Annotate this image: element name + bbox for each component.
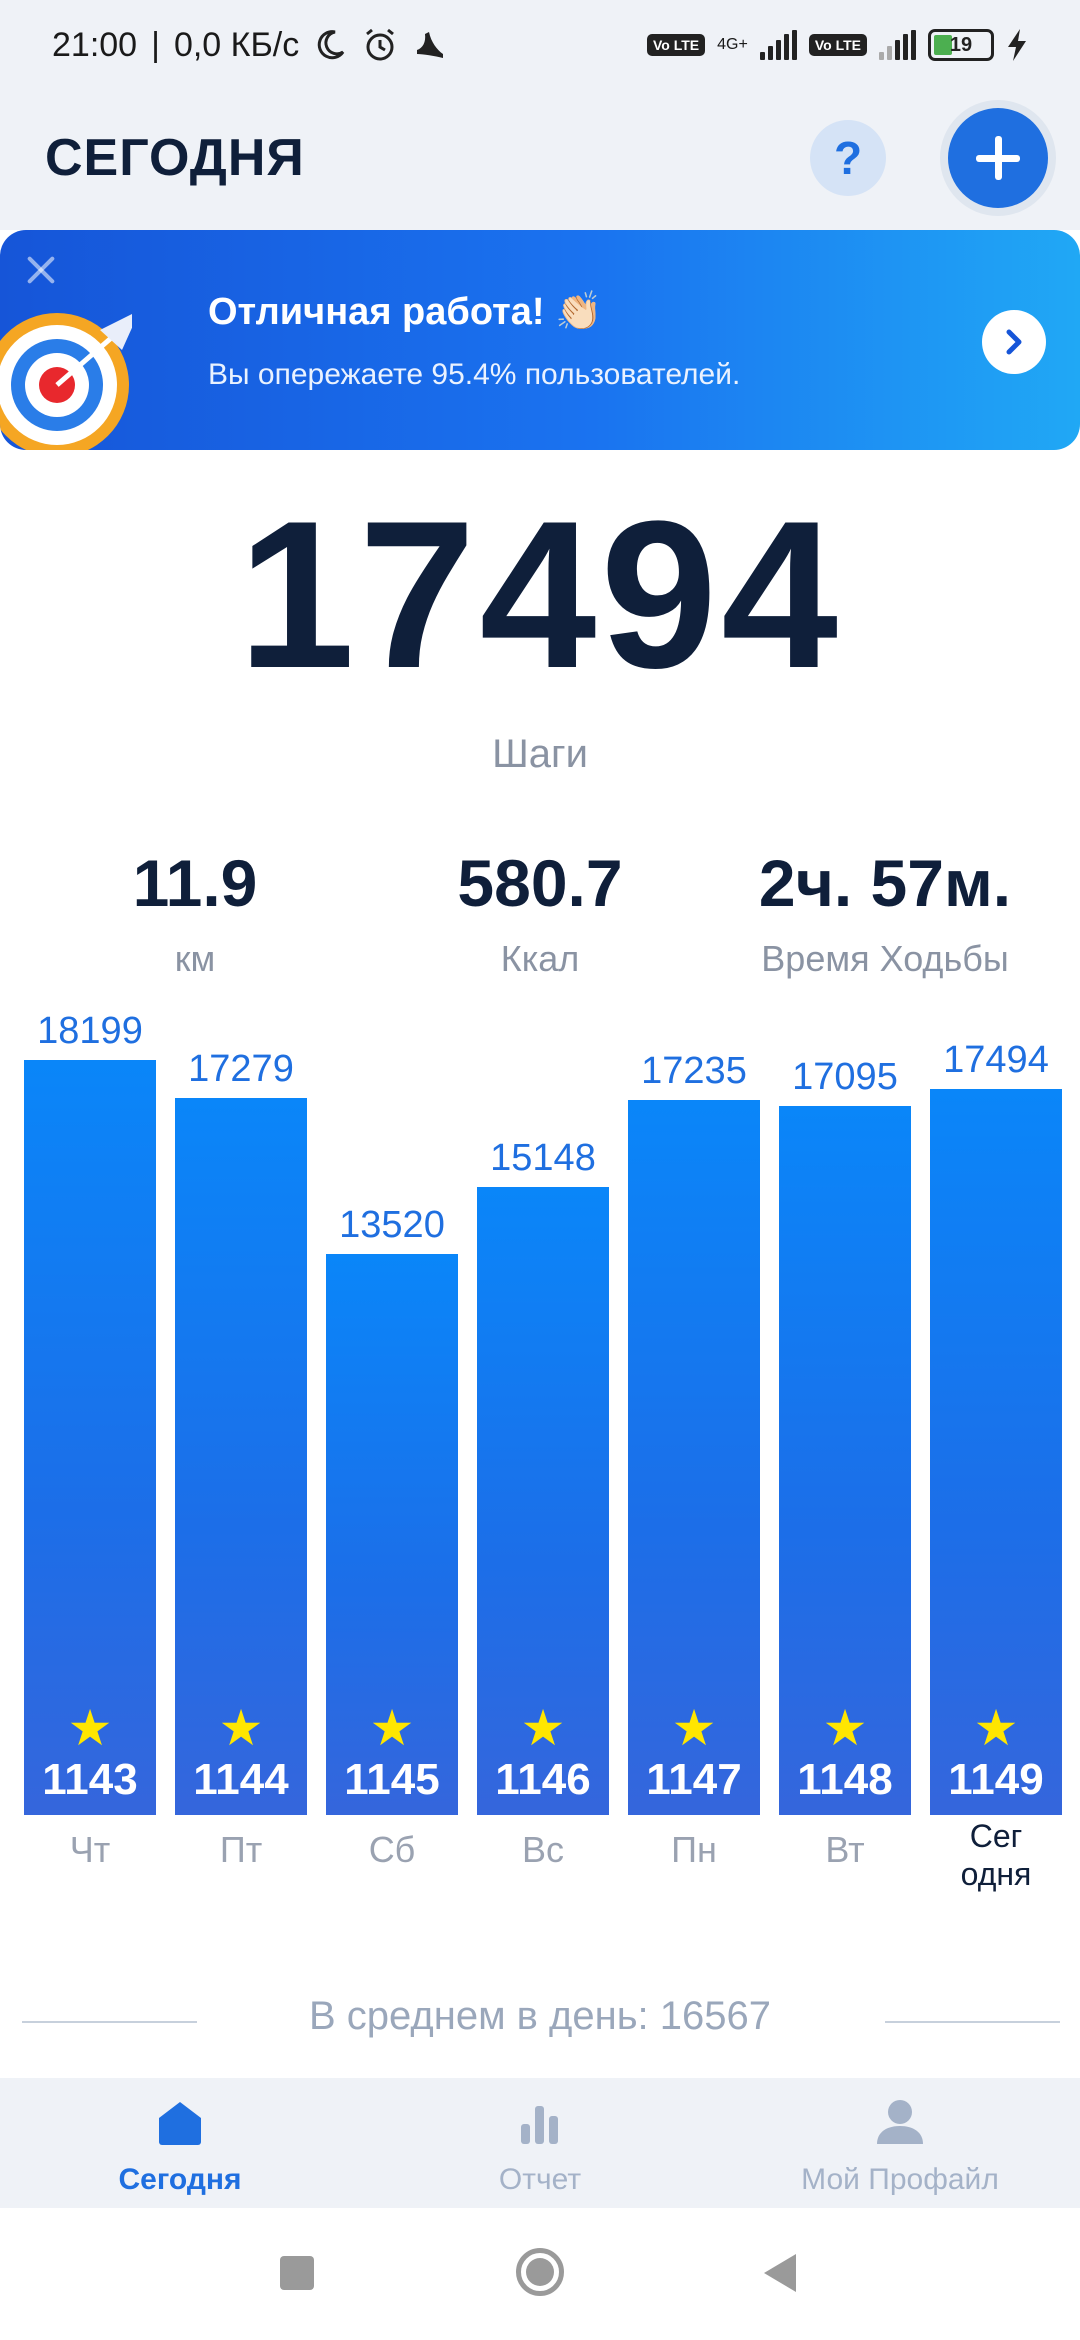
volte-icon-2: Vo LTE	[808, 34, 867, 56]
walking-time-label: Время Ходьбы	[761, 938, 1009, 979]
home-icon	[159, 2102, 201, 2145]
chevron-right-icon[interactable]	[982, 310, 1046, 374]
bar-day-number: 1148	[797, 1755, 893, 1804]
help-button[interactable]: ?	[810, 120, 886, 196]
page-title: СЕГОДНЯ	[45, 129, 305, 187]
bar-value-label: 18199	[37, 1010, 143, 1052]
moon-icon	[317, 30, 345, 60]
day-label: Пт	[219, 1829, 263, 1870]
bar-chart-icon	[521, 2106, 558, 2144]
day-label: Пн	[671, 1829, 717, 1870]
day-label: Сб	[368, 1829, 416, 1870]
app-header: СЕГОДНЯ ?	[0, 90, 1080, 230]
nav-profile[interactable]: Мой Профайл	[720, 2098, 1080, 2197]
star-icon: ★	[369, 1700, 415, 1756]
bar-day-number: 1143	[42, 1755, 138, 1804]
star-icon: ★	[520, 1700, 566, 1756]
distance-label: км	[174, 938, 216, 979]
day-label: Чт	[69, 1829, 111, 1870]
signal-icon-2	[879, 30, 916, 60]
profile-icon	[877, 2100, 923, 2144]
clock: 21:00	[52, 25, 138, 64]
bar-value-label: 17095	[792, 1056, 898, 1098]
shoe-icon	[417, 32, 444, 58]
weekly-steps-chart: 18199 ★ 1143 Чт 17279 ★ 1144 Пт 13520 ★ 1145 Сб 1514…	[0, 1010, 1080, 1980]
bar-value-label: 17494	[943, 1039, 1049, 1081]
nav-report[interactable]: Отчет	[360, 2098, 720, 2197]
steps-count: 17494	[238, 477, 842, 712]
calories-value: 580.7	[457, 846, 623, 920]
network-type: 4G+	[717, 36, 748, 53]
day-label: Вс	[521, 1829, 564, 1870]
star-icon: ★	[822, 1700, 868, 1756]
add-button[interactable]	[948, 108, 1048, 208]
volte-icon: Vo LTE	[647, 34, 706, 56]
battery-level: 19	[949, 33, 973, 56]
recent-apps-icon[interactable]	[280, 2256, 314, 2290]
bar-day-number: 1147	[646, 1755, 742, 1804]
calories-stat: 580.7 Ккал	[395, 848, 685, 980]
bar-value-label: 15148	[490, 1137, 596, 1179]
steps-label: Шаги	[492, 732, 588, 776]
distance-stat: 11.9 км	[50, 848, 340, 980]
nav-today[interactable]: Сегодня	[0, 2098, 360, 2197]
signal-icon	[759, 30, 797, 60]
daily-average: В среднем в день: 16567	[308, 1994, 772, 2038]
bar-value-label: 17235	[641, 1050, 747, 1092]
bar-day-number: 1144	[193, 1755, 289, 1804]
bar-value-label: 17279	[188, 1048, 294, 1090]
bar-day-number: 1149	[948, 1755, 1044, 1804]
star-icon: ★	[67, 1700, 113, 1756]
nav-report-label: Отчет	[498, 2163, 582, 2196]
nav-profile-label: Мой Профайл	[801, 2163, 999, 2196]
system-navigation-bar	[0, 2208, 1080, 2340]
alarm-icon	[366, 28, 395, 61]
bar-value-label: 13520	[339, 1204, 445, 1246]
distance-value: 11.9	[132, 846, 258, 920]
charging-icon	[1008, 29, 1026, 61]
bar-day-number: 1145	[344, 1755, 440, 1804]
day-label: Вт	[825, 1829, 865, 1870]
walking-time-stat: 2ч. 57м. Время Ходьбы	[725, 848, 1045, 980]
walking-time-value: 2ч. 57м.	[758, 846, 1012, 920]
nav-today-label: Сегодня	[118, 2163, 242, 2196]
network-speed: 0,0 КБ/с	[173, 25, 300, 64]
status-bar: 21:00 | 0,0 КБ/с Vo LTE 4G+ Vo LTE 19	[0, 0, 1080, 90]
target-icon	[0, 313, 132, 450]
close-icon[interactable]	[24, 252, 58, 286]
achievement-banner[interactable]: Отличная работа! 👏🏻 Вы опережаете 95.4% …	[0, 230, 1080, 450]
battery-icon: 19	[928, 29, 994, 61]
home-button-icon[interactable]	[516, 2248, 564, 2296]
divider-right	[885, 2021, 1060, 2023]
bar-day-number: 1146	[495, 1755, 591, 1804]
star-icon: ★	[218, 1700, 264, 1756]
star-icon: ★	[671, 1700, 717, 1756]
banner-title: Отличная работа! 👏🏻	[208, 291, 603, 333]
day-label-today: Сег одня	[960, 1818, 1032, 1892]
star-icon: ★	[973, 1700, 1019, 1756]
back-icon[interactable]	[764, 2254, 796, 2292]
calories-label: Ккал	[500, 938, 580, 979]
banner-subtitle: Вы опережаете 95.4% пользователей.	[208, 358, 741, 391]
bottom-navigation: Сегодня Отчет Мой Профайл	[0, 2078, 1080, 2208]
